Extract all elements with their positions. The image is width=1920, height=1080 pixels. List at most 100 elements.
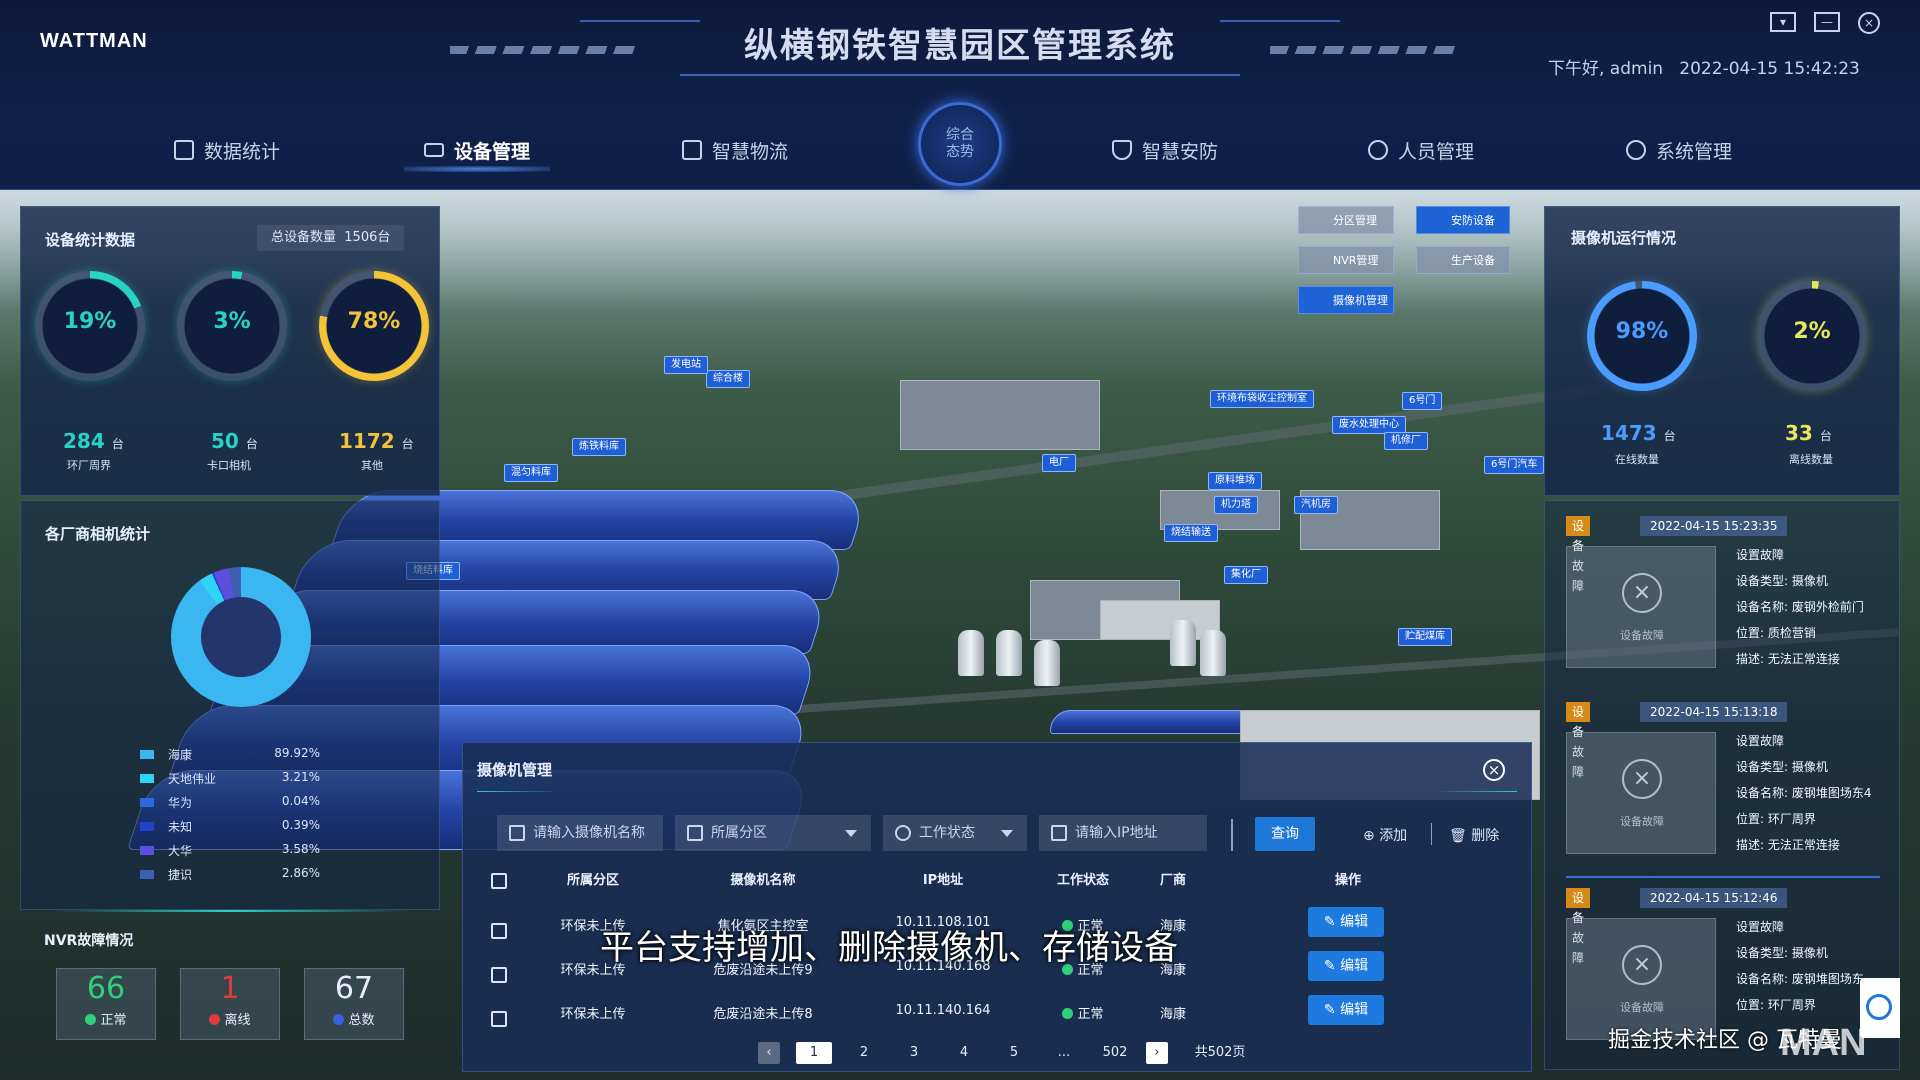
select-all-checkbox[interactable] <box>491 873 507 889</box>
nvr-normal-label: 正常 <box>100 1013 127 1028</box>
nvr-normal-card[interactable]: 66 正常 <box>56 968 156 1040</box>
row-checkbox[interactable] <box>491 1011 507 1027</box>
dropdown-window-icon[interactable]: ▾ <box>1770 12 1796 32</box>
map-tag[interactable]: 机力塔 <box>1214 496 1258 514</box>
other-label: 其他 <box>361 459 383 472</box>
tab-camera-management[interactable]: 摄像机管理 <box>1298 286 1394 314</box>
nvr-title: NVR故障情况 <box>44 933 134 949</box>
nav-system-management[interactable]: 系统管理 <box>1626 136 1732 164</box>
column-header: IP地址 <box>922 873 964 888</box>
map-tag[interactable]: 6号门 <box>1402 392 1443 410</box>
row-checkbox[interactable] <box>491 967 507 983</box>
map-silo <box>996 630 1022 676</box>
gauge-percent: 98% <box>1615 319 1669 344</box>
overview-label-1: 综合 <box>946 127 974 143</box>
fault-time: 2022-04-15 15:12:46 <box>1640 888 1788 908</box>
map-building <box>900 380 1100 450</box>
truck-icon <box>682 140 702 160</box>
nav-smart-logistics[interactable]: 智慧物流 <box>682 136 788 164</box>
edit-button[interactable]: ✎ 编辑 <box>1308 907 1384 937</box>
edit-button[interactable]: ✎ 编辑 <box>1308 995 1384 1025</box>
fault-image-caption: 设备故障 <box>1620 815 1664 828</box>
gauge-percent: 19% <box>63 309 117 334</box>
map-tag[interactable]: 集化厂 <box>1224 566 1268 584</box>
nav-device-management[interactable]: 设备管理 <box>403 136 551 172</box>
column-header: 工作状态 <box>1056 873 1109 888</box>
divider <box>1431 823 1432 845</box>
maximize-window-icon[interactable]: — <box>1814 12 1840 32</box>
fault-line: 设置故障 <box>1736 920 1785 934</box>
map-tag[interactable]: 烧结输送 <box>1164 524 1218 542</box>
fault-card[interactable]: 设备故障 2022-04-15 15:13:18 × 设备故障 设置故障 设备类型:… <box>1566 702 1886 872</box>
ip-input[interactable]: 请输入IP地址 <box>1039 815 1207 851</box>
fault-tag: 设备故障 <box>1566 702 1591 779</box>
nvr-offline-card[interactable]: 1 离线 <box>180 968 280 1040</box>
status-select[interactable]: 工作状态 <box>883 815 1027 851</box>
fault-tag: 设备故障 <box>1566 888 1591 965</box>
map-tag[interactable]: 汽机房 <box>1294 496 1338 514</box>
row-checkbox[interactable] <box>491 923 507 939</box>
map-tag[interactable]: 环境布袋收尘控制室 <box>1210 390 1314 408</box>
map-tag[interactable]: 机修厂 <box>1384 432 1428 450</box>
tab-nvr-management[interactable]: NVR管理 <box>1298 246 1394 274</box>
fault-card[interactable]: 设备故障 2022-04-15 15:23:35 × 设备故障 设置故障 设备类型:… <box>1566 516 1886 686</box>
map-tag[interactable]: 贮配煤库 <box>1398 628 1452 646</box>
tab-production-devices[interactable]: 生产设备 <box>1416 246 1510 274</box>
map-tag[interactable]: 炼铁料库 <box>572 438 626 456</box>
map-tag[interactable]: 综合楼 <box>706 370 750 388</box>
fault-line: 描述: 无法正常连接 <box>1736 838 1840 852</box>
add-button[interactable]: ⊕ 添加 <box>1363 825 1407 845</box>
fault-line: 设置故障 <box>1736 734 1785 748</box>
cell-vendor: 海康 <box>1159 1007 1186 1022</box>
divider <box>1231 819 1233 851</box>
zone-select[interactable]: 所属分区 <box>675 815 871 851</box>
query-button[interactable]: 查询 <box>1255 817 1315 851</box>
fault-line: 位置: 环厂周界 <box>1736 812 1816 826</box>
check-icon <box>85 1014 97 1025</box>
fault-line: 位置: 环厂周界 <box>1736 998 1816 1012</box>
map-tag[interactable]: 原料堆场 <box>1208 472 1262 490</box>
next-page-button[interactable]: › <box>1146 1042 1168 1064</box>
nvr-total-card[interactable]: 67 总数 <box>304 968 404 1040</box>
divider <box>477 791 1517 792</box>
offline-label: 离线数量 <box>1789 453 1833 466</box>
cell-camera-name: 危废沿途未上传8 <box>713 1007 813 1022</box>
legend-item: 大华 3.58% <box>140 842 340 860</box>
tab-zone-management[interactable]: 分区管理 <box>1298 206 1394 234</box>
page-last[interactable]: 502 <box>1100 1042 1130 1064</box>
tab-security-devices[interactable]: 安防设备 <box>1416 206 1510 234</box>
overview-button[interactable]: 综合 态势 <box>918 102 1002 186</box>
map-tag[interactable]: 发电站 <box>664 356 708 374</box>
total-pages: 共502页 <box>1194 1045 1246 1060</box>
close-window-icon[interactable]: × <box>1858 12 1880 34</box>
map-tag[interactable]: 6号门汽车 <box>1484 456 1545 474</box>
close-icon[interactable]: × <box>1483 759 1505 781</box>
device-icon <box>424 143 444 157</box>
page-1[interactable]: 1 <box>796 1042 832 1064</box>
nav-personnel-management[interactable]: 人员管理 <box>1368 136 1474 164</box>
delete-button[interactable]: 🗑 删除 <box>1449 825 1499 845</box>
gear-icon <box>1626 140 1646 160</box>
nvr-offline-label: 离线 <box>224 1013 251 1028</box>
prev-page-button[interactable]: ‹ <box>758 1042 780 1064</box>
fault-line: 设备名称: 废钢堆图场东4 <box>1736 786 1872 800</box>
fault-tag: 设备故障 <box>1566 516 1591 593</box>
map-silo <box>958 630 984 676</box>
column-header: 操作 <box>1334 873 1361 888</box>
camera-name-input[interactable]: 请输入摄像机名称 <box>497 815 663 851</box>
fault-line: 描述: 无法正常连接 <box>1736 652 1840 666</box>
page-3[interactable]: 3 <box>906 1042 922 1064</box>
nav-smart-security[interactable]: 智慧安防 <box>1112 136 1218 164</box>
divider <box>1566 876 1880 878</box>
legend-item: 捷识 2.86% <box>140 866 340 884</box>
edit-button[interactable]: ✎ 编辑 <box>1308 951 1384 981</box>
map-tag[interactable]: 电厂 <box>1042 454 1076 472</box>
fault-line: 设置故障 <box>1736 548 1785 562</box>
gauge-other: 78% <box>319 271 429 381</box>
app-title: 纵横钢铁智慧园区管理系统 <box>744 26 1176 66</box>
page-2[interactable]: 2 <box>856 1042 872 1064</box>
page-4[interactable]: 4 <box>956 1042 972 1064</box>
page-5[interactable]: 5 <box>1006 1042 1022 1064</box>
map-tag[interactable]: 混匀料库 <box>504 464 558 482</box>
nav-data-statistics[interactable]: 数据统计 <box>174 136 280 164</box>
